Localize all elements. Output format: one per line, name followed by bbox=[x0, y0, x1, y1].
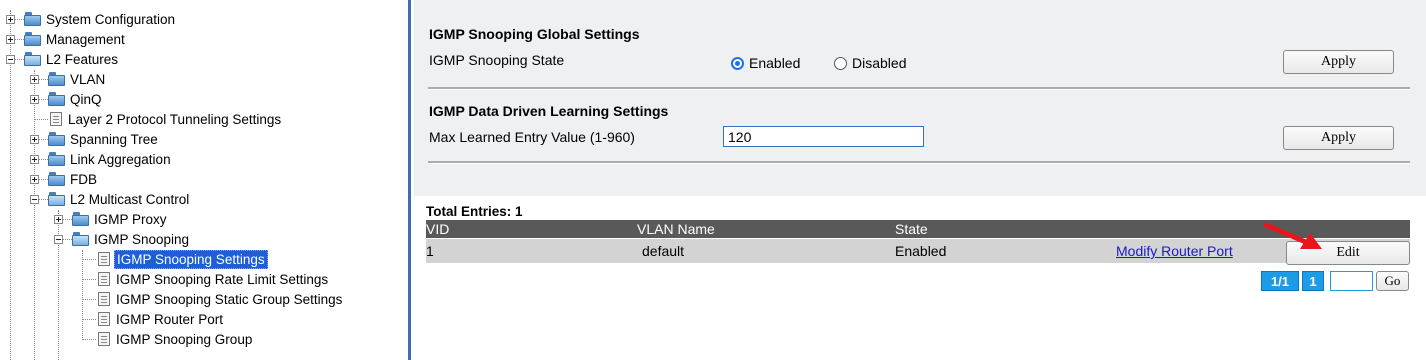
global-settings-title: IGMP Snooping Global Settings bbox=[429, 26, 640, 42]
max-learned-input[interactable]: 120 bbox=[723, 126, 924, 147]
page-icon bbox=[98, 332, 110, 346]
collapse-icon[interactable] bbox=[30, 195, 39, 204]
tree-item-label: L2 Features bbox=[46, 51, 119, 67]
tree-item-label: L2 Multicast Control bbox=[70, 191, 190, 207]
folder-open-icon bbox=[24, 52, 41, 66]
tree-item-fdb[interactable]: FDB bbox=[48, 169, 99, 189]
page-icon bbox=[98, 312, 110, 326]
tree-item-system-configuration[interactable]: System Configuration bbox=[24, 9, 177, 29]
folder-icon bbox=[48, 132, 65, 146]
folder-open-icon bbox=[72, 232, 89, 246]
tree-item-igmp-snooping-settings[interactable]: IGMP Snooping Settings bbox=[98, 249, 268, 269]
folder-open-icon bbox=[48, 192, 65, 206]
expand-icon[interactable] bbox=[30, 135, 39, 144]
page-icon bbox=[98, 292, 110, 306]
red-arrow-icon bbox=[1263, 222, 1322, 249]
expand-icon[interactable] bbox=[30, 175, 39, 184]
tree-connector bbox=[34, 70, 35, 360]
folder-icon bbox=[24, 32, 41, 46]
tree-item-igmp-snooping[interactable]: IGMP Snooping bbox=[72, 229, 191, 249]
learning-apply-button[interactable]: Apply bbox=[1283, 126, 1394, 150]
page-icon bbox=[98, 272, 110, 286]
state-disabled-label: Disabled bbox=[852, 55, 907, 71]
tree-item-label: QinQ bbox=[70, 91, 102, 107]
expand-icon[interactable] bbox=[30, 75, 39, 84]
page-count-badge: 1/1 bbox=[1261, 271, 1299, 291]
tree-item-label: VLAN bbox=[70, 71, 106, 87]
modify-router-port-link[interactable]: Modify Router Port bbox=[1116, 239, 1233, 263]
col-header-state: State bbox=[895, 221, 928, 237]
cell-state: Enabled bbox=[895, 243, 947, 259]
tree-item-vlan[interactable]: VLAN bbox=[48, 69, 107, 89]
learning-settings-title: IGMP Data Driven Learning Settings bbox=[429, 103, 669, 119]
col-header-vid: VID bbox=[426, 221, 450, 237]
separator bbox=[428, 161, 1410, 164]
folder-icon bbox=[24, 12, 41, 26]
tree-item-qinq[interactable]: QinQ bbox=[48, 89, 104, 109]
tree-item-label: Management bbox=[46, 31, 125, 47]
tree-item-igmp-snooping-rate-limit[interactable]: IGMP Snooping Rate Limit Settings bbox=[98, 269, 330, 289]
expand-icon[interactable] bbox=[54, 215, 63, 224]
expand-icon[interactable] bbox=[30, 155, 39, 164]
global-apply-button[interactable]: Apply bbox=[1283, 50, 1394, 74]
expand-icon[interactable] bbox=[30, 95, 39, 104]
page-number-button[interactable]: 1 bbox=[1302, 271, 1324, 291]
cell-vid: 1 bbox=[426, 243, 434, 259]
tree-item-label: IGMP Snooping Rate Limit Settings bbox=[116, 271, 329, 287]
tree-item-label: Layer 2 Protocol Tunneling Settings bbox=[68, 111, 282, 127]
tree-item-label: IGMP Snooping bbox=[94, 231, 190, 247]
tree-connector bbox=[82, 250, 83, 340]
state-enabled-radio[interactable]: Enabled bbox=[731, 55, 800, 71]
tree-item-label: System Configuration bbox=[46, 11, 176, 27]
tree-item-management[interactable]: Management bbox=[24, 29, 127, 49]
folder-icon bbox=[48, 92, 65, 106]
tree-item-igmp-snooping-static-group[interactable]: IGMP Snooping Static Group Settings bbox=[98, 289, 344, 309]
go-button[interactable]: Go bbox=[1376, 271, 1409, 291]
expand-icon[interactable] bbox=[6, 15, 15, 24]
tree-connector bbox=[58, 210, 59, 360]
tree-item-l2-features[interactable]: L2 Features bbox=[24, 49, 120, 69]
tree-item-label: Link Aggregation bbox=[70, 151, 171, 167]
folder-icon bbox=[48, 152, 65, 166]
folder-icon bbox=[72, 212, 89, 226]
navigation-tree: System Configuration Management L2 Featu… bbox=[0, 0, 408, 360]
collapse-icon[interactable] bbox=[6, 55, 15, 64]
max-learned-label: Max Learned Entry Value (1-960) bbox=[429, 129, 635, 145]
tree-item-label: IGMP Snooping Settings bbox=[114, 249, 268, 269]
tree-item-label: FDB bbox=[70, 171, 97, 187]
main-content: IGMP Snooping Global Settings IGMP Snoop… bbox=[414, 0, 1426, 360]
expand-icon[interactable] bbox=[6, 35, 15, 44]
radio-checked-icon bbox=[731, 56, 744, 70]
tree-item-igmp-snooping-group[interactable]: IGMP Snooping Group bbox=[98, 329, 254, 349]
tree-item-link-aggregation[interactable]: Link Aggregation bbox=[48, 149, 173, 169]
tree-item-igmp-router-port[interactable]: IGMP Router Port bbox=[98, 309, 225, 329]
col-header-vlan-name: VLAN Name bbox=[637, 221, 715, 237]
tree-item-label: IGMP Snooping Group bbox=[116, 331, 253, 347]
frame-divider[interactable] bbox=[408, 0, 411, 360]
page-icon bbox=[98, 252, 110, 266]
tree-item-layer2-protocol-tunneling[interactable]: Layer 2 Protocol Tunneling Settings bbox=[50, 109, 283, 129]
tree-item-label: IGMP Proxy bbox=[94, 211, 167, 227]
tree-item-label: Spanning Tree bbox=[70, 131, 158, 147]
radio-unchecked-icon bbox=[834, 56, 847, 70]
page-jump-input[interactable] bbox=[1330, 271, 1373, 291]
tree-item-igmp-proxy[interactable]: IGMP Proxy bbox=[72, 209, 169, 229]
state-disabled-radio[interactable]: Disabled bbox=[834, 55, 906, 71]
total-entries-label: Total Entries: 1 bbox=[426, 204, 523, 219]
state-enabled-label: Enabled bbox=[749, 55, 801, 71]
tree-item-l2-multicast-control[interactable]: L2 Multicast Control bbox=[48, 189, 191, 209]
tree-item-spanning-tree[interactable]: Spanning Tree bbox=[48, 129, 160, 149]
folder-icon bbox=[48, 172, 65, 186]
snooping-state-label: IGMP Snooping State bbox=[429, 52, 565, 68]
collapse-icon[interactable] bbox=[54, 235, 63, 244]
page-icon bbox=[50, 112, 62, 126]
tree-item-label: IGMP Router Port bbox=[116, 311, 224, 327]
separator bbox=[428, 87, 1410, 90]
folder-icon bbox=[48, 72, 65, 86]
tree-item-label: IGMP Snooping Static Group Settings bbox=[116, 291, 343, 307]
cell-vlan-name: default bbox=[642, 243, 685, 259]
